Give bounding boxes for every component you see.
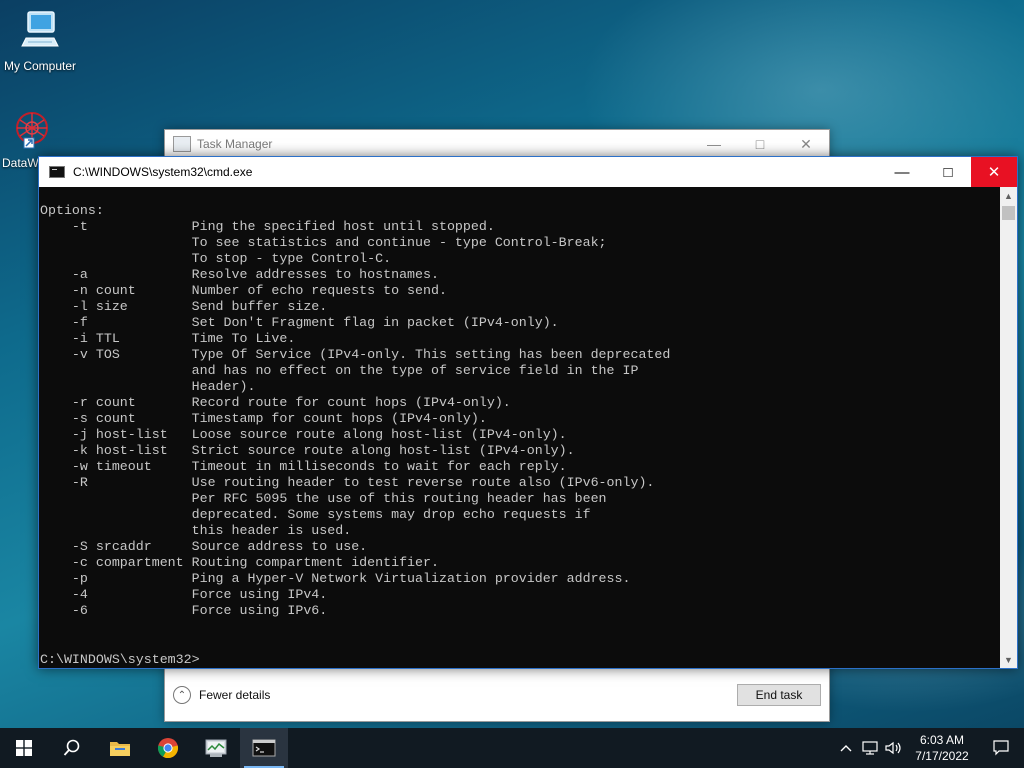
folder-icon [110,742,130,756]
taskbar-task-manager[interactable] [192,728,240,768]
system-tray: 6:03 AM 7/17/2022 [834,728,1024,768]
desktop-icon-label: DataW [2,156,39,170]
scroll-up-arrow-icon[interactable]: ▲ [1000,187,1017,204]
fewer-details-label: Fewer details [199,688,271,702]
task-manager-icon [173,136,191,152]
scrollbar-thumb[interactable] [1002,206,1015,220]
taskbar: 6:03 AM 7/17/2022 [0,728,1024,768]
action-center-button[interactable] [978,740,1024,756]
cmd-titlebar[interactable]: C:\WINDOWS\system32\cmd.exe — □ ✕ [39,157,1017,187]
clock-time: 6:03 AM [919,733,965,747]
show-hidden-icons-chevron-icon[interactable] [834,744,858,752]
task-manager-icon [205,739,227,757]
clock-date: 7/17/2022 [915,749,969,763]
desktop-icon-dataw[interactable]: DataW [0,108,54,170]
close-button[interactable]: ✕ [783,130,829,158]
vertical-scrollbar[interactable]: ▲ ▼ [1000,187,1017,668]
datawatch-icon [10,108,54,155]
notification-icon [993,740,1009,756]
chevron-up-icon: ⌃ [173,686,191,704]
desktop-icon-label: My Computer [3,59,77,73]
close-button[interactable]: ✕ [971,157,1017,187]
window-title: Task Manager [197,137,273,151]
search-icon [63,739,80,756]
taskbar-clock[interactable]: 6:03 AM 7/17/2022 [906,732,978,764]
search-button[interactable] [48,728,96,768]
minimize-button[interactable]: — [691,130,737,158]
task-manager-titlebar[interactable]: Task Manager — □ ✕ [165,130,829,158]
computer-icon [0,8,80,55]
terminal-output: Options: -t Ping the specified host unti… [40,203,671,618]
window-title: C:\WINDOWS\system32\cmd.exe [73,165,253,179]
scroll-down-arrow-icon[interactable]: ▼ [1000,651,1017,668]
terminal-area[interactable]: Options: -t Ping the specified host unti… [39,187,1000,668]
desktop-icon-my-computer[interactable]: My Computer [0,8,80,73]
terminal-icon [252,739,276,757]
chrome-icon [157,738,179,759]
network-icon[interactable] [858,741,882,755]
volume-icon[interactable] [882,741,906,755]
fewer-details-link[interactable]: ⌃ Fewer details [173,686,270,704]
command-prompt[interactable]: C:\WINDOWS\system32> [40,652,200,668]
maximize-button[interactable]: □ [925,157,971,187]
start-button[interactable] [0,728,48,768]
terminal-icon [49,166,65,178]
task-manager-footer: ⌃ Fewer details End task [165,668,829,721]
cmd-window[interactable]: C:\WINDOWS\system32\cmd.exe — □ ✕ Option… [38,156,1018,669]
taskbar-cmd[interactable] [240,728,288,768]
maximize-button[interactable]: □ [737,130,783,158]
end-task-button[interactable]: End task [737,684,821,706]
taskbar-chrome[interactable] [144,728,192,768]
taskbar-file-explorer[interactable] [96,728,144,768]
windows-start-icon [16,740,32,756]
minimize-button[interactable]: — [879,157,925,187]
